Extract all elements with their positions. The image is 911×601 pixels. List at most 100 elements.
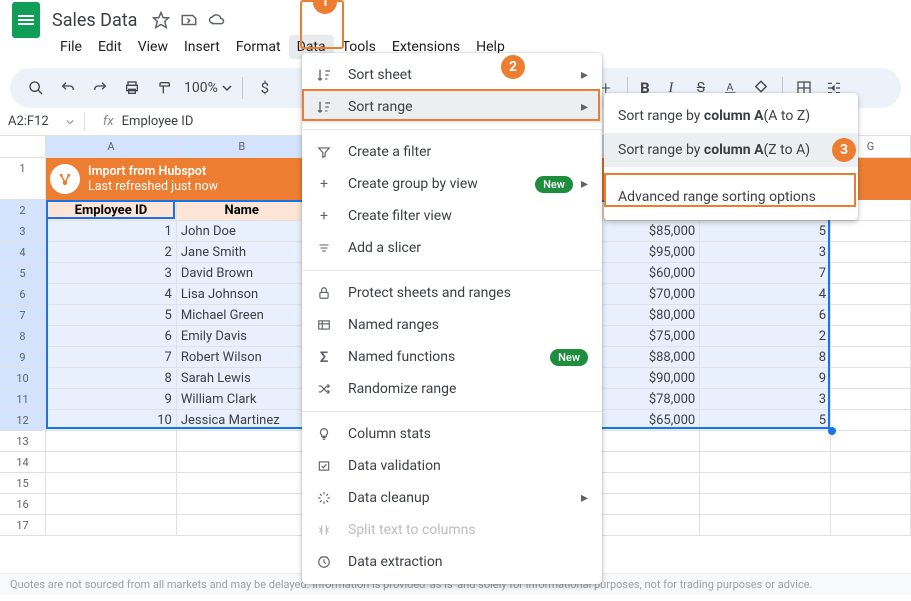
- cell[interactable]: [831, 242, 911, 263]
- cell[interactable]: [177, 515, 308, 536]
- submenu-advanced-sort[interactable]: Advanced range sorting options: [604, 180, 858, 214]
- selection-handle[interactable]: [828, 427, 836, 435]
- cell[interactable]: [46, 494, 177, 515]
- cell[interactable]: 3: [700, 242, 831, 263]
- menu-data-extraction[interactable]: Data extraction: [302, 546, 602, 578]
- cell[interactable]: 5: [46, 305, 177, 326]
- cell[interactable]: 3: [46, 263, 177, 284]
- row-header[interactable]: 12: [0, 410, 46, 431]
- row-header[interactable]: 8: [0, 326, 46, 347]
- cell[interactable]: [831, 263, 911, 284]
- redo-icon[interactable]: [89, 77, 111, 99]
- cell[interactable]: [177, 431, 308, 452]
- cell[interactable]: Lisa Johnson: [177, 284, 308, 305]
- menu-view[interactable]: View: [130, 35, 176, 59]
- cell[interactable]: [831, 452, 911, 473]
- menu-add-slicer[interactable]: Add a slicer: [302, 232, 602, 264]
- cell[interactable]: 2: [46, 242, 177, 263]
- cell[interactable]: 6: [46, 326, 177, 347]
- menu-sort-sheet[interactable]: Sort sheet ▸: [302, 59, 602, 91]
- row-header[interactable]: 6: [0, 284, 46, 305]
- cell[interactable]: [831, 305, 911, 326]
- cell[interactable]: 5: [700, 410, 831, 431]
- select-all-corner[interactable]: [0, 136, 46, 158]
- cell[interactable]: [831, 368, 911, 389]
- cell[interactable]: [831, 431, 911, 452]
- row-header[interactable]: 5: [0, 263, 46, 284]
- cell[interactable]: [46, 473, 177, 494]
- menu-data-cleanup[interactable]: Data cleanup ▸: [302, 482, 602, 514]
- cell[interactable]: [177, 473, 308, 494]
- cell[interactable]: 9: [700, 368, 831, 389]
- doc-title[interactable]: Sales Data: [52, 10, 137, 31]
- cell[interactable]: [700, 494, 831, 515]
- row-header[interactable]: 3: [0, 221, 46, 242]
- col-header-A[interactable]: A: [46, 136, 177, 158]
- cell[interactable]: Robert Wilson: [177, 347, 308, 368]
- formula-bar[interactable]: Employee ID: [122, 114, 194, 129]
- cell[interactable]: [831, 494, 911, 515]
- row-header[interactable]: 1: [0, 158, 46, 200]
- cell[interactable]: Name: [177, 200, 308, 221]
- cell[interactable]: 10: [46, 410, 177, 431]
- cell[interactable]: [831, 221, 911, 242]
- cell[interactable]: Employee ID: [46, 200, 177, 221]
- row-header[interactable]: 4: [0, 242, 46, 263]
- move-icon[interactable]: [179, 10, 199, 30]
- cell[interactable]: 4: [46, 284, 177, 305]
- row-header[interactable]: 15: [0, 473, 46, 494]
- cell[interactable]: 8: [700, 347, 831, 368]
- row-header[interactable]: 14: [0, 452, 46, 473]
- cell[interactable]: [46, 515, 177, 536]
- submenu-sort-az[interactable]: Sort range by column A (A to Z): [604, 99, 858, 133]
- cell[interactable]: [831, 284, 911, 305]
- cell[interactable]: 9: [46, 389, 177, 410]
- cell[interactable]: David Brown: [177, 263, 308, 284]
- cell[interactable]: [831, 473, 911, 494]
- paint-format-icon[interactable]: [153, 77, 175, 99]
- cell[interactable]: [831, 389, 911, 410]
- cell[interactable]: Jane Smith: [177, 242, 308, 263]
- cell[interactable]: [46, 452, 177, 473]
- menu-protect[interactable]: Protect sheets and ranges: [302, 277, 602, 309]
- row-header[interactable]: 7: [0, 305, 46, 326]
- cell[interactable]: 8: [46, 368, 177, 389]
- cell[interactable]: Michael Green: [177, 305, 308, 326]
- undo-icon[interactable]: [57, 77, 79, 99]
- menu-named-ranges[interactable]: Named ranges: [302, 309, 602, 341]
- cell[interactable]: [177, 452, 308, 473]
- cell[interactable]: [177, 494, 308, 515]
- menu-format[interactable]: Format: [228, 35, 289, 59]
- menu-create-filter[interactable]: Create a filter: [302, 136, 602, 168]
- cell[interactable]: [831, 410, 911, 431]
- row-header[interactable]: 13: [0, 431, 46, 452]
- cell[interactable]: Emily Davis: [177, 326, 308, 347]
- cell[interactable]: [700, 452, 831, 473]
- cell[interactable]: [831, 515, 911, 536]
- row-header[interactable]: 2: [0, 200, 46, 221]
- menu-create-filter-view[interactable]: + Create filter view: [302, 200, 602, 232]
- cell[interactable]: William Clark: [177, 389, 308, 410]
- cell[interactable]: 6: [700, 305, 831, 326]
- menu-insert[interactable]: Insert: [176, 35, 228, 59]
- cell[interactable]: [831, 347, 911, 368]
- cell[interactable]: 1: [46, 221, 177, 242]
- sheets-logo[interactable]: [12, 2, 40, 38]
- cell[interactable]: 2: [700, 326, 831, 347]
- search-icon[interactable]: [25, 77, 47, 99]
- row-header[interactable]: 11: [0, 389, 46, 410]
- cell[interactable]: Jessica Martinez: [177, 410, 308, 431]
- menu-edit[interactable]: Edit: [90, 35, 130, 59]
- cell[interactable]: [831, 326, 911, 347]
- menu-column-stats[interactable]: Column stats: [302, 418, 602, 450]
- star-icon[interactable]: [151, 10, 171, 30]
- menu-sort-range[interactable]: Sort range ▸: [302, 91, 602, 123]
- cell[interactable]: 5: [700, 221, 831, 242]
- cell[interactable]: [46, 431, 177, 452]
- submenu-sort-za[interactable]: Sort range by column A (Z to A): [604, 133, 858, 167]
- menu-named-functions[interactable]: Σ Named functions New: [302, 341, 602, 373]
- cell[interactable]: John Doe: [177, 221, 308, 242]
- menu-data-validation[interactable]: Data validation: [302, 450, 602, 482]
- menu-randomize[interactable]: Randomize range: [302, 373, 602, 405]
- cell[interactable]: [700, 473, 831, 494]
